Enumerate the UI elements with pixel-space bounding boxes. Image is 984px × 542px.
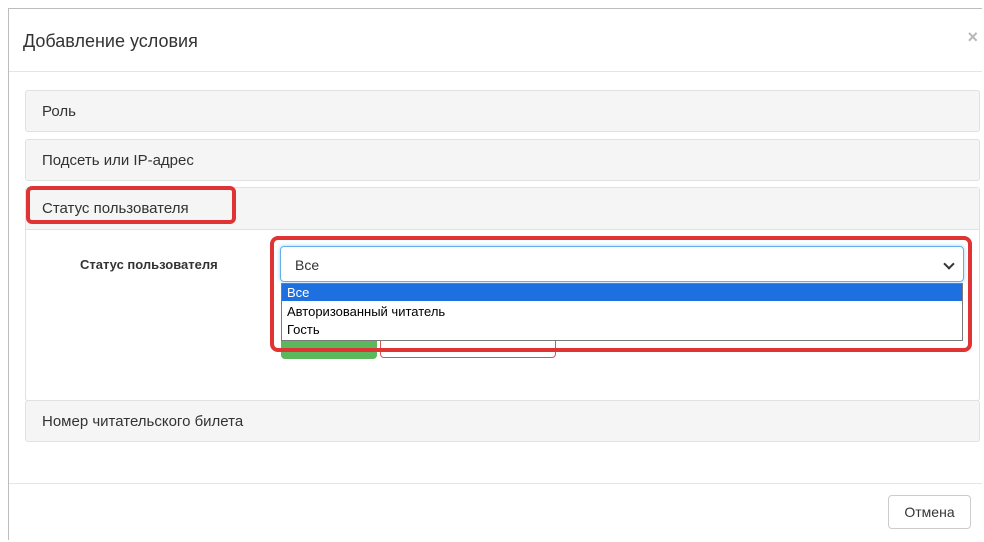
accordion-item-role[interactable]: Роль [25, 90, 980, 132]
footer-divider [9, 483, 982, 484]
dialog-header: Добавление условия × [9, 9, 982, 72]
highlight-box-section-title [26, 186, 236, 224]
accordion-item-label: Роль [42, 103, 76, 120]
dialog-title: Добавление условия [23, 31, 198, 51]
highlight-box-select [270, 236, 972, 352]
accordion-item-reader-card[interactable]: Номер читательского билета [25, 400, 980, 442]
cancel-button[interactable]: Отмена [888, 495, 971, 529]
accordion-item-label: Номер читательского билета [42, 413, 244, 430]
close-icon[interactable]: × [967, 27, 978, 48]
accordion-item-subnet[interactable]: Подсеть или IP-адрес [25, 139, 980, 181]
user-status-field-label: Статус пользователя [80, 257, 218, 272]
accordion-item-label: Подсеть или IP-адрес [42, 152, 194, 169]
